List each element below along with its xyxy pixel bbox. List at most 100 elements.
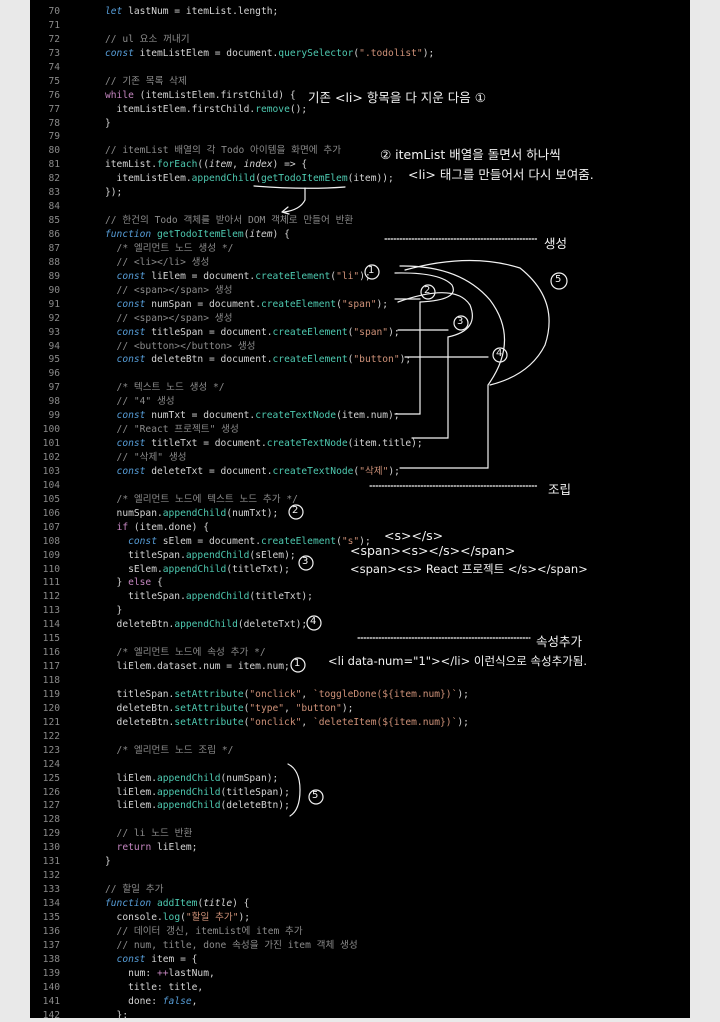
code-line[interactable]: 108 const sElem = document.createElement…	[30, 535, 690, 549]
code-line[interactable]: 81itemList.forEach((item, index) => {	[30, 158, 690, 172]
code-line[interactable]: 140 title: title,	[30, 981, 690, 995]
code-line[interactable]: 89 const liElem = document.createElement…	[30, 270, 690, 284]
line-number: 79	[30, 130, 60, 144]
code-text: const item = {	[105, 953, 197, 967]
code-line[interactable]: 125 liElem.appendChild(numSpan);	[30, 772, 690, 786]
code-line[interactable]: 116 /* 엘리먼트 노드에 속성 추가 */	[30, 646, 690, 660]
code-line[interactable]: 72// ul 요소 꺼내기	[30, 33, 690, 47]
code-line[interactable]: 130 return liElem;	[30, 841, 690, 855]
code-line[interactable]: 76while (itemListElem.firstChild) {	[30, 89, 690, 103]
code-line[interactable]: 118	[30, 674, 690, 688]
line-number: 131	[30, 855, 60, 869]
code-token: ".todolist"	[359, 48, 423, 59]
code-line[interactable]: 111 } else {	[30, 576, 690, 590]
code-token: createElement	[273, 354, 348, 365]
code-token: );	[342, 703, 354, 714]
code-line[interactable]: 93 const titleSpan = document.createElem…	[30, 326, 690, 340]
code-line[interactable]: 98 // "4" 생성	[30, 395, 690, 409]
code-line[interactable]: 99 const numTxt = document.createTextNod…	[30, 409, 690, 423]
code-text: deleteBtn.setAttribute("type", "button")…	[105, 702, 353, 716]
code-line[interactable]: 78}	[30, 117, 690, 131]
code-token: (deleteBtn);	[221, 800, 290, 811]
code-line[interactable]: 122	[30, 730, 690, 744]
code-line[interactable]: 104	[30, 479, 690, 493]
code-line[interactable]: 120 deleteBtn.setAttribute("type", "butt…	[30, 702, 690, 716]
code-line[interactable]: 107 if (item.done) {	[30, 521, 690, 535]
code-line[interactable]: 109 titleSpan.appendChild(sElem);	[30, 549, 690, 563]
code-line[interactable]: 83});	[30, 186, 690, 200]
code-line[interactable]: 100 // "React 프로젝트" 생성	[30, 423, 690, 437]
line-number: 75	[30, 75, 60, 89]
code-token: (titleSpan);	[221, 787, 290, 798]
code-line[interactable]: 73const itemListElem = document.querySel…	[30, 47, 690, 61]
code-line[interactable]: 123 /* 엘리먼트 노드 조립 */	[30, 744, 690, 758]
code-token: createTextNode	[267, 438, 348, 449]
code-line[interactable]: 110 sElem.appendChild(titleTxt);	[30, 563, 690, 577]
line-number: 99	[30, 409, 60, 423]
code-line[interactable]: 71	[30, 19, 690, 33]
code-line[interactable]: 137 // num, title, done 속성을 가진 item 객체 생…	[30, 939, 690, 953]
code-token: sElem.	[105, 564, 163, 575]
code-line[interactable]: 141 done: false,	[30, 995, 690, 1009]
code-text: deleteBtn.appendChild(deleteTxt);	[105, 618, 307, 632]
code-line[interactable]: 92 // <span></span> 생성	[30, 312, 690, 326]
code-line[interactable]: 127 liElem.appendChild(deleteBtn);	[30, 799, 690, 813]
code-line[interactable]: 106 numSpan.appendChild(numTxt);	[30, 507, 690, 521]
code-line[interactable]: 97 /* 텍스트 노드 생성 */	[30, 381, 690, 395]
code-line[interactable]: 75// 기존 목록 삭제	[30, 75, 690, 89]
code-line[interactable]: 74	[30, 61, 690, 75]
code-line[interactable]: 117 liElem.dataset.num = item.num;	[30, 660, 690, 674]
code-line[interactable]: 129 // li 노드 반환	[30, 827, 690, 841]
line-number: 104	[30, 479, 60, 493]
code-line[interactable]: 136 // 데이터 갱신, itemList에 item 추가	[30, 925, 690, 939]
code-line[interactable]: 142 };	[30, 1009, 690, 1022]
code-text: done: false,	[105, 995, 197, 1009]
code-line[interactable]: 102 // "삭제" 생성	[30, 451, 690, 465]
code-line[interactable]: 112 titleSpan.appendChild(titleTxt);	[30, 590, 690, 604]
code-line[interactable]: 101 const titleTxt = document.createText…	[30, 437, 690, 451]
code-token: const	[117, 438, 146, 449]
code-line[interactable]: 88 // <li></li> 생성	[30, 256, 690, 270]
code-line[interactable]: 85// 한건의 Todo 객체를 받아서 DOM 객체로 만들어 반환	[30, 214, 690, 228]
code-line[interactable]: 77 itemListElem.firstChild.remove();	[30, 103, 690, 117]
code-token: appendChild	[186, 591, 250, 602]
code-line[interactable]: 86function getTodoItemElem(item) {	[30, 228, 690, 242]
code-line[interactable]: 80// itemList 배열의 각 Todo 아이템을 화면에 추가	[30, 144, 690, 158]
code-line[interactable]: 139 num: ++lastNum,	[30, 967, 690, 981]
code-line[interactable]: 113 }	[30, 604, 690, 618]
code-line[interactable]: 91 const numSpan = document.createElemen…	[30, 298, 690, 312]
code-token: );	[423, 48, 435, 59]
code-line[interactable]: 114 deleteBtn.appendChild(deleteTxt);	[30, 618, 690, 632]
code-lines[interactable]: 70let lastNum = itemList.length;7172// u…	[30, 5, 690, 1022]
code-line[interactable]: 103 const deleteTxt = document.createTex…	[30, 465, 690, 479]
code-line[interactable]: 133// 할일 추가	[30, 883, 690, 897]
code-line[interactable]: 115	[30, 632, 690, 646]
code-line[interactable]: 126 liElem.appendChild(titleSpan);	[30, 786, 690, 800]
code-line[interactable]: 79	[30, 130, 690, 144]
code-text: if (item.done) {	[105, 521, 209, 535]
code-line[interactable]: 82 itemListElem.appendChild(getTodoItemE…	[30, 172, 690, 186]
code-line[interactable]: 96	[30, 367, 690, 381]
code-token: });	[105, 187, 122, 198]
code-line[interactable]: 128	[30, 813, 690, 827]
code-line[interactable]: 135 console.log("할일 추가");	[30, 911, 690, 925]
code-token: liElem.	[105, 773, 157, 784]
code-line[interactable]: 121 deleteBtn.setAttribute("onclick", `d…	[30, 716, 690, 730]
code-editor[interactable]: 70let lastNum = itemList.length;7172// u…	[30, 0, 690, 1018]
code-text: while (itemListElem.firstChild) {	[105, 89, 296, 103]
code-line[interactable]: 131}	[30, 855, 690, 869]
code-token: appendChild	[157, 787, 221, 798]
code-line[interactable]: 70let lastNum = itemList.length;	[30, 5, 690, 19]
code-line[interactable]: 105 /* 엘리먼트 노드에 텍스트 노드 추가 */	[30, 493, 690, 507]
code-line[interactable]: 124	[30, 758, 690, 772]
code-line[interactable]: 90 // <span></span> 생성	[30, 284, 690, 298]
code-line[interactable]: 132	[30, 869, 690, 883]
code-line[interactable]: 95 const deleteBtn = document.createElem…	[30, 353, 690, 367]
code-text: // <span></span> 생성	[105, 284, 232, 298]
code-line[interactable]: 94 // <button></button> 생성	[30, 340, 690, 354]
code-line[interactable]: 134function addItem(title) {	[30, 897, 690, 911]
code-line[interactable]: 138 const item = {	[30, 953, 690, 967]
code-line[interactable]: 87 /* 엘리먼트 노드 생성 */	[30, 242, 690, 256]
code-line[interactable]: 84	[30, 200, 690, 214]
code-line[interactable]: 119 titleSpan.setAttribute("onclick", `t…	[30, 688, 690, 702]
